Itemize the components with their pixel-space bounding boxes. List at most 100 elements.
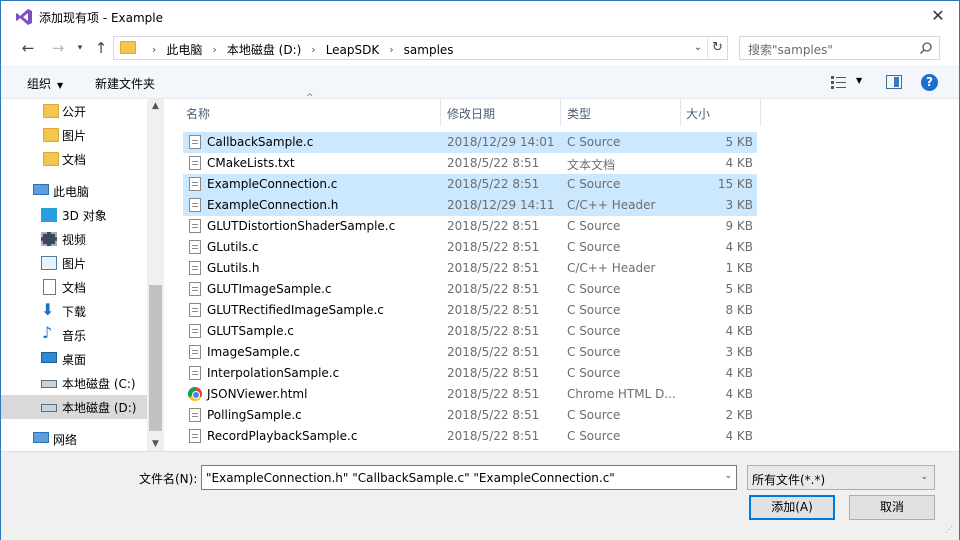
cancel-button[interactable]: 取消 — [849, 495, 935, 520]
cell-size: 4 KB — [725, 366, 753, 380]
file-icon — [189, 219, 201, 233]
table-row[interactable]: ExampleConnection.h 2018/12/29 14:11 C/C++… — [183, 195, 757, 216]
cell-name: GLUTImageSample.c — [207, 282, 332, 296]
forward-arrow-icon[interactable]: → — [47, 37, 69, 59]
cell-type: C Source — [567, 282, 621, 296]
chevron-down-icon[interactable]: ⌄ — [724, 471, 732, 481]
chrome-icon — [188, 387, 202, 401]
sidebar-item-this-pc[interactable]: 此电脑 — [1, 179, 147, 203]
cell-name: GLutils.h — [207, 261, 260, 275]
search-placeholder: 搜索"samples" — [748, 43, 833, 57]
table-row[interactable]: GLutils.h 2018/5/22 8:51 C/C++ Header 1 KB — [183, 258, 757, 279]
cell-date: 2018/5/22 8:51 — [447, 408, 540, 422]
chevron-down-icon[interactable]: ⌄ — [691, 40, 705, 56]
cell-date: 2018/5/22 8:51 — [447, 366, 540, 380]
preview-pane-icon[interactable] — [886, 75, 902, 89]
file-icon — [189, 345, 201, 359]
cell-type: C Source — [567, 345, 621, 359]
table-row[interactable]: PollingSample.c 2018/5/22 8:51 C Source 2 K… — [183, 405, 757, 426]
organize-label: 组织 — [27, 77, 52, 91]
sidebar-scrollbar[interactable]: ▲ ▼ — [147, 99, 164, 451]
sidebar-item-label: 本地磁盘 (C:) — [62, 377, 136, 391]
scroll-up-icon[interactable]: ▲ — [147, 101, 164, 111]
sidebar-item-pictures-quick[interactable]: 图片 — [1, 123, 147, 147]
up-arrow-icon[interactable]: ↑ — [90, 37, 112, 59]
table-row[interactable]: CallbackSample.c 2018/12/29 14:01 C Source… — [183, 132, 757, 153]
table-row[interactable]: InterpolationSample.c 2018/5/22 8:51 C Sou… — [183, 363, 757, 384]
table-row[interactable]: GLUTImageSample.c 2018/5/22 8:51 C Source 5… — [183, 279, 757, 300]
cell-name: ImageSample.c — [207, 345, 300, 359]
cell-type: C Source — [567, 324, 621, 338]
sidebar-item-drive-c[interactable]: 本地磁盘 (C:) — [1, 371, 147, 395]
scroll-down-icon[interactable]: ▼ — [147, 439, 164, 449]
view-options-icon[interactable] — [831, 75, 847, 89]
cell-size: 5 KB — [725, 282, 753, 296]
breadcrumb-this-pc[interactable]: 此电脑 — [166, 41, 202, 58]
chevron-right-icon[interactable]: › — [152, 43, 156, 56]
sidebar-item-label: 文档 — [62, 281, 87, 295]
sidebar-item-network[interactable]: 网络 — [1, 427, 147, 451]
network-icon — [33, 432, 49, 443]
drive-icon — [41, 380, 57, 388]
cell-size: 4 KB — [725, 156, 753, 170]
table-row[interactable]: RecordPlaybackSample.c 2018/5/22 8:51 C So… — [183, 426, 757, 447]
table-row[interactable]: CMakeLists.txt 2018/5/22 8:51 文本文档 4 KB — [183, 153, 757, 174]
column-divider[interactable] — [760, 99, 761, 126]
sidebar-item-documents-quick[interactable]: 文档 — [1, 147, 147, 171]
recent-locations-chevron-icon[interactable]: ▾ — [69, 37, 91, 59]
sidebar-item-music[interactable]: ♪ 音乐 — [1, 323, 147, 347]
cell-date: 2018/5/22 8:51 — [447, 303, 540, 317]
table-row[interactable]: JSONViewer.html 2018/5/22 8:51 Chrome HTML… — [183, 384, 757, 405]
table-row[interactable]: GLUTDistortionShaderSample.c 2018/5/22 8:… — [183, 216, 757, 237]
folder-icon — [43, 128, 59, 142]
title-bar: 添加现有项 - Example ✕ — [1, 1, 959, 32]
organize-menu[interactable]: 组织 ▼ — [27, 75, 63, 92]
resize-grip-icon[interactable]: ⋰ — [945, 525, 955, 535]
breadcrumb-drive-d[interactable]: 本地磁盘 (D:) — [227, 41, 301, 58]
chevron-right-icon[interactable]: › — [212, 43, 216, 56]
cell-type: C Source — [567, 177, 621, 191]
scrollbar-thumb[interactable] — [149, 285, 162, 431]
sidebar-item-documents[interactable]: 文档 — [1, 275, 147, 299]
help-icon[interactable]: ? — [921, 74, 938, 91]
column-header-date[interactable]: 修改日期 — [447, 105, 495, 122]
filename-input[interactable]: "ExampleConnection.h" "CallbackSample.c"… — [201, 465, 737, 490]
sidebar-item-drive-d[interactable]: 本地磁盘 (D:) — [1, 395, 147, 419]
chevron-right-icon[interactable]: › — [311, 43, 315, 56]
column-divider[interactable] — [440, 99, 441, 126]
sidebar-item-desktop[interactable]: 桌面 — [1, 347, 147, 371]
sidebar-item-3d-objects[interactable]: 3D 对象 — [1, 203, 147, 227]
back-arrow-icon[interactable]: ← — [17, 37, 39, 59]
breadcrumb-leapsdk[interactable]: LeapSDK — [326, 43, 380, 57]
cell-name: GLUTSample.c — [207, 324, 294, 338]
column-header-size[interactable]: 大小 — [686, 105, 710, 122]
address-bar[interactable]: › 此电脑 › 本地磁盘 (D:) › LeapSDK › samples — [113, 36, 728, 60]
cell-type: C Source — [567, 408, 621, 422]
table-row[interactable]: GLutils.c 2018/5/22 8:51 C Source 4 KB — [183, 237, 757, 258]
refresh-icon[interactable]: ↻ — [707, 37, 727, 59]
chevron-right-icon[interactable]: › — [389, 43, 393, 56]
cell-size: 3 KB — [725, 198, 753, 212]
column-divider[interactable] — [560, 99, 561, 126]
breadcrumb-samples[interactable]: samples — [404, 43, 454, 57]
table-row[interactable]: GLUTRectifiedImageSample.c 2018/5/22 8:51… — [183, 300, 757, 321]
column-header-name[interactable]: 名称 — [186, 105, 210, 122]
sidebar-item-downloads[interactable]: ⬇ 下载 — [1, 299, 147, 323]
command-bar: 组织 ▼ 新建文件夹 — [1, 65, 959, 99]
sidebar-item-public[interactable]: 公开 — [1, 99, 147, 123]
column-header-type[interactable]: 类型 — [567, 105, 591, 122]
sidebar-item-videos[interactable]: 视频 — [1, 227, 147, 251]
table-row[interactable]: GLUTSample.c 2018/5/22 8:51 C Source 4 KB — [183, 321, 757, 342]
filetype-select[interactable]: 所有文件(*.*) ⌄ — [747, 465, 935, 490]
table-row[interactable]: ImageSample.c 2018/5/22 8:51 C Source 3 KB — [183, 342, 757, 363]
new-folder-button[interactable]: 新建文件夹 — [95, 75, 155, 92]
column-divider[interactable] — [680, 99, 681, 126]
caret-down-icon[interactable]: ▼ — [856, 76, 862, 85]
table-row[interactable]: ExampleConnection.c 2018/5/22 8:51 C Sourc… — [183, 174, 757, 195]
file-icon — [189, 303, 201, 317]
sidebar-item-pictures[interactable]: 图片 — [1, 251, 147, 275]
search-input[interactable]: 搜索"samples" — [739, 36, 940, 60]
sidebar-item-label: 文档 — [62, 153, 87, 167]
add-button[interactable]: 添加(A) — [749, 495, 835, 520]
close-icon[interactable]: ✕ — [927, 5, 949, 27]
